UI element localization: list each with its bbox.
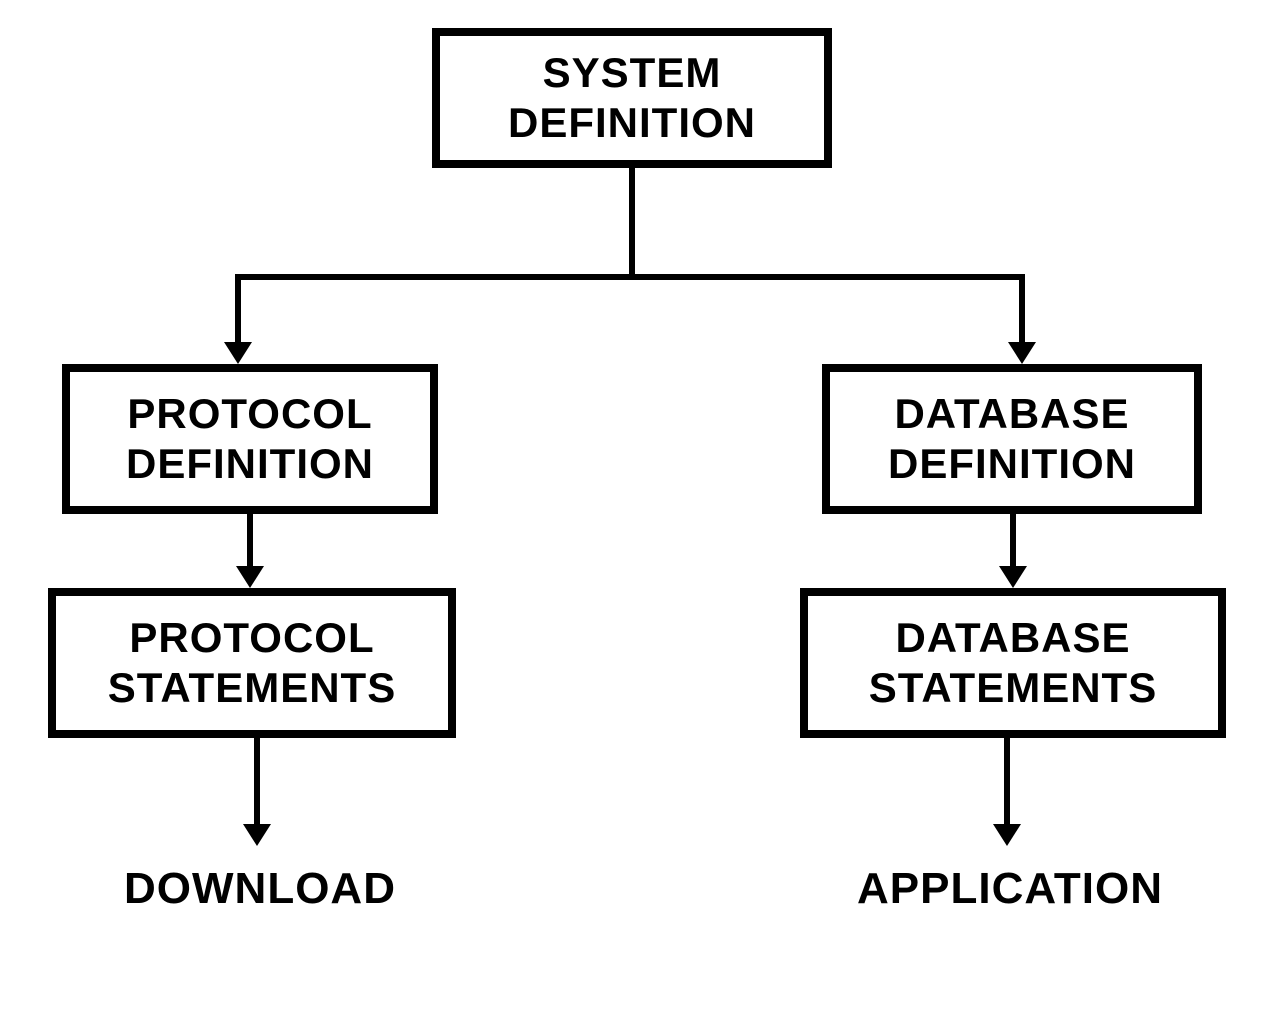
- node-system-definition: SYSTEM DEFINITION: [432, 28, 832, 168]
- node-database-statements: DATABASE STATEMENTS: [800, 588, 1226, 738]
- node-protocol-statements: PROTOCOL STATEMENTS: [48, 588, 456, 738]
- arrow-dbdef-to-dbstmt: [999, 566, 1027, 588]
- edge-protostmt-to-download: [254, 738, 260, 830]
- edge-protodef-to-protostmt: [247, 514, 253, 572]
- database-definition-line1: DATABASE: [894, 389, 1129, 439]
- arrow-to-database-def: [1008, 342, 1036, 364]
- terminal-application: APPLICATION: [820, 864, 1200, 914]
- node-protocol-definition: PROTOCOL DEFINITION: [62, 364, 438, 514]
- terminal-download: DOWNLOAD: [80, 864, 440, 914]
- edge-dbdef-to-dbstmt: [1010, 514, 1016, 572]
- system-definition-line1: SYSTEM: [543, 48, 722, 98]
- protocol-definition-line2: DEFINITION: [126, 439, 374, 489]
- system-definition-line2: DEFINITION: [508, 98, 756, 148]
- node-database-definition: DATABASE DEFINITION: [822, 364, 1202, 514]
- edge-to-protocol-def: [235, 274, 241, 348]
- protocol-definition-line1: PROTOCOL: [127, 389, 372, 439]
- database-statements-line1: DATABASE: [895, 613, 1130, 663]
- edge-to-database-def: [1019, 274, 1025, 348]
- database-definition-line2: DEFINITION: [888, 439, 1136, 489]
- database-statements-line2: STATEMENTS: [869, 663, 1157, 713]
- edge-system-down: [629, 168, 635, 280]
- edge-dbstmt-to-application: [1004, 738, 1010, 830]
- protocol-statements-line1: PROTOCOL: [129, 613, 374, 663]
- arrow-protodef-to-protostmt: [236, 566, 264, 588]
- edge-horizontal-split: [235, 274, 1025, 280]
- protocol-statements-line2: STATEMENTS: [108, 663, 396, 713]
- arrow-to-protocol-def: [224, 342, 252, 364]
- arrow-protostmt-to-download: [243, 824, 271, 846]
- arrow-dbstmt-to-application: [993, 824, 1021, 846]
